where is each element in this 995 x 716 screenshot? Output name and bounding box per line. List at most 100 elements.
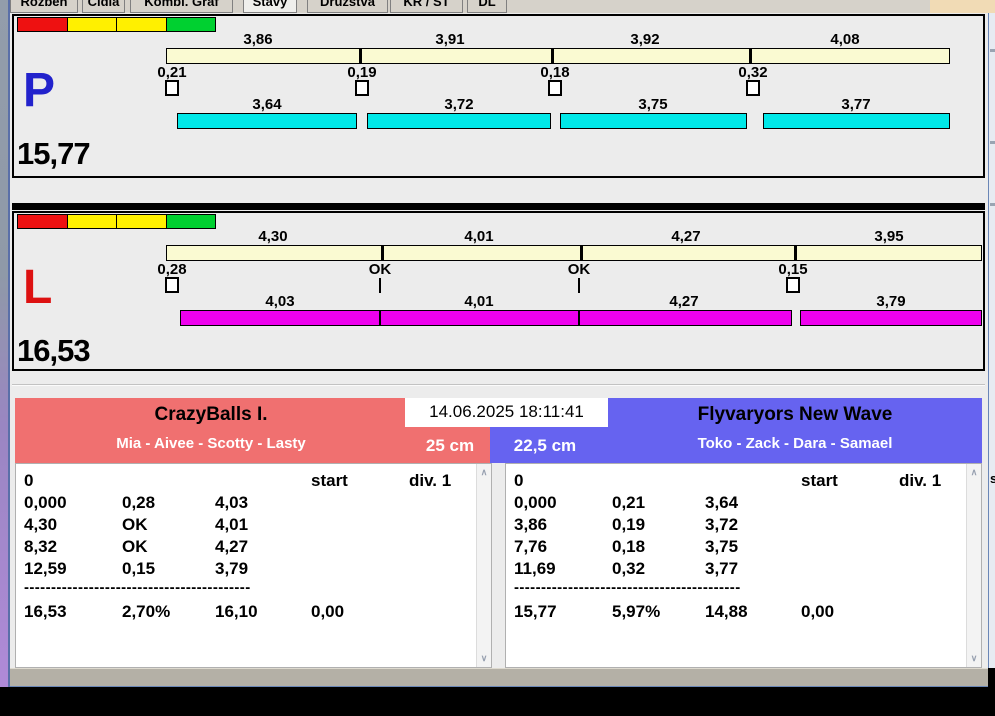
table-total-cell: 0,00 — [311, 602, 345, 621]
tab-label: Cidla — [87, 0, 120, 9]
speed-bar-segment — [367, 113, 551, 129]
sensor-value-label: 0,18 — [540, 64, 570, 81]
top-bar-value-label: 4,01 — [464, 228, 494, 245]
team-players: Mia - Aivee - Scotty - Lasty — [116, 435, 306, 452]
table-cell: 3,79 — [215, 559, 249, 578]
table-total-cell: 2,70% — [122, 602, 171, 621]
tab-dru-stva[interactable]: Družstva — [307, 0, 388, 13]
sensor-marker-box — [786, 277, 800, 293]
table-cell: 0,000 — [514, 493, 557, 512]
sensor-marker-box — [165, 277, 179, 293]
tab-bar: Rozbeh Cidla Kombi. Graf Stavy Družstva KR / … — [10, 0, 930, 13]
lane-total-p: 15,77 — [17, 136, 91, 171]
table-cell: 4,30 — [24, 515, 58, 534]
table-cell: 0,21 — [612, 493, 646, 512]
speed-value-label: 3,64 — [252, 96, 282, 113]
table-cell: 3,75 — [705, 537, 739, 556]
sensor-value-label: OK — [368, 261, 392, 278]
tab-rozbeh[interactable]: Rozbeh — [10, 0, 78, 13]
lane-letter-l: L — [23, 261, 53, 314]
scroll-down-icon[interactable]: ∨ — [967, 653, 981, 664]
legend-segment — [116, 17, 167, 32]
table-separator: ----------------------------------------… — [514, 579, 741, 596]
table-cell: 0,28 — [122, 493, 156, 512]
legend-segment — [17, 17, 68, 32]
table-cell: 0,18 — [612, 537, 646, 556]
top-bar-value-label: 4,27 — [671, 228, 701, 245]
speed-bar-segment — [177, 113, 357, 129]
table-cell: 3,72 — [705, 515, 739, 534]
measure-bar-tick — [749, 49, 752, 63]
background-window-edge-right: s — [988, 13, 995, 668]
scroll-up-icon[interactable]: ∧ — [477, 467, 491, 478]
scroll-up-icon[interactable]: ∧ — [967, 467, 981, 478]
table-header-division: div. 1 — [409, 471, 452, 490]
sensor-value-label: 0,19 — [347, 64, 377, 81]
lane-panel-left: L 16,53 4,30 4,01 4,27 3,95 0,28 OK OK 0,15 4,03… — [12, 211, 985, 371]
board-distance-left: 25 cm — [425, 436, 475, 455]
top-bar-value-label: 3,86 — [243, 31, 273, 48]
sensor-value-label: 0,28 — [157, 261, 187, 278]
tab-kombi-graf[interactable]: Kombi. Graf — [130, 0, 233, 13]
sensor-marker-box — [746, 80, 760, 96]
table-cell: 0,15 — [122, 559, 156, 578]
speed-bar-segment — [560, 113, 747, 129]
speed-bar-segment — [800, 310, 982, 326]
tab-stavy[interactable]: Stavy — [243, 0, 297, 13]
table-cell: OK — [122, 537, 148, 556]
legend-segment — [17, 214, 68, 229]
score-table-right: 0 start div. 1 0,000 0,21 3,64 3,86 0,19 3,72 7,7… — [505, 463, 982, 668]
table-header-division: div. 1 — [899, 471, 942, 490]
table-cell: 12,59 — [24, 559, 67, 578]
speed-value-label: 4,27 — [669, 293, 699, 310]
score-table-left: 0 start div. 1 0,000 0,28 4,03 4,30 OK 4,01 8,32 O… — [15, 463, 492, 668]
table-cell: 0,32 — [612, 559, 646, 578]
table-cell: 3,77 — [705, 559, 739, 578]
table-cell: 4,01 — [215, 515, 249, 534]
table-header-zero: 0 — [24, 471, 34, 490]
speed-bar-segment — [763, 113, 950, 129]
table-header-zero: 0 — [514, 471, 524, 490]
sensor-marker-box — [355, 80, 369, 96]
legend-segment — [165, 17, 216, 32]
table-scrollbar[interactable]: ∧ ∨ — [476, 464, 491, 667]
background-window-top-right — [930, 0, 995, 13]
sensor-marker-box — [548, 80, 562, 96]
measure-bar — [166, 245, 982, 261]
scroll-down-icon[interactable]: ∨ — [477, 653, 491, 664]
speed-bar-segment — [579, 310, 792, 326]
measure-bar-tick — [551, 49, 554, 63]
table-header-start: start — [801, 471, 838, 490]
tab-label: KR / ST — [403, 0, 450, 9]
table-total-cell: 15,77 — [514, 602, 557, 621]
legend-segment — [116, 214, 167, 229]
app-window: Rozbeh Cidla Kombi. Graf Stavy Družstva KR / … — [0, 0, 995, 716]
tab-label: Rozbeh — [20, 0, 68, 9]
table-cell: OK — [122, 515, 148, 534]
top-bar-value-label: 3,91 — [435, 31, 465, 48]
measure-bar-tick — [381, 246, 384, 260]
legend-segment — [66, 214, 117, 229]
background-window-text-fragment: s — [990, 471, 995, 486]
top-bar-value-label: 3,92 — [630, 31, 660, 48]
tab-cidla[interactable]: Cidla — [82, 0, 125, 13]
tab-label: Kombi. Graf — [144, 0, 219, 9]
measure-bar-tick — [359, 49, 362, 63]
sensor-value-label: 0,15 — [778, 261, 808, 278]
speed-bar-segment — [180, 310, 380, 326]
status-bar — [10, 668, 988, 687]
table-cell: 8,32 — [24, 537, 58, 556]
table-scrollbar[interactable]: ∧ ∨ — [966, 464, 981, 667]
tab-kr-st[interactable]: KR / ST — [390, 0, 463, 13]
sensor-value-label: 0,21 — [157, 64, 187, 81]
tab-label: Družstva — [320, 0, 375, 9]
table-cell: 3,86 — [514, 515, 548, 534]
table-cell: 3,64 — [705, 493, 739, 512]
speed-value-label: 4,01 — [464, 293, 494, 310]
sensor-marker-tick — [379, 278, 381, 293]
lane-letter-p: P — [23, 64, 56, 117]
top-bar-value-label: 4,08 — [830, 31, 860, 48]
tab-label: Stavy — [252, 0, 288, 9]
tab-dl[interactable]: DL — [467, 0, 507, 13]
table-total-cell: 0,00 — [801, 602, 835, 621]
